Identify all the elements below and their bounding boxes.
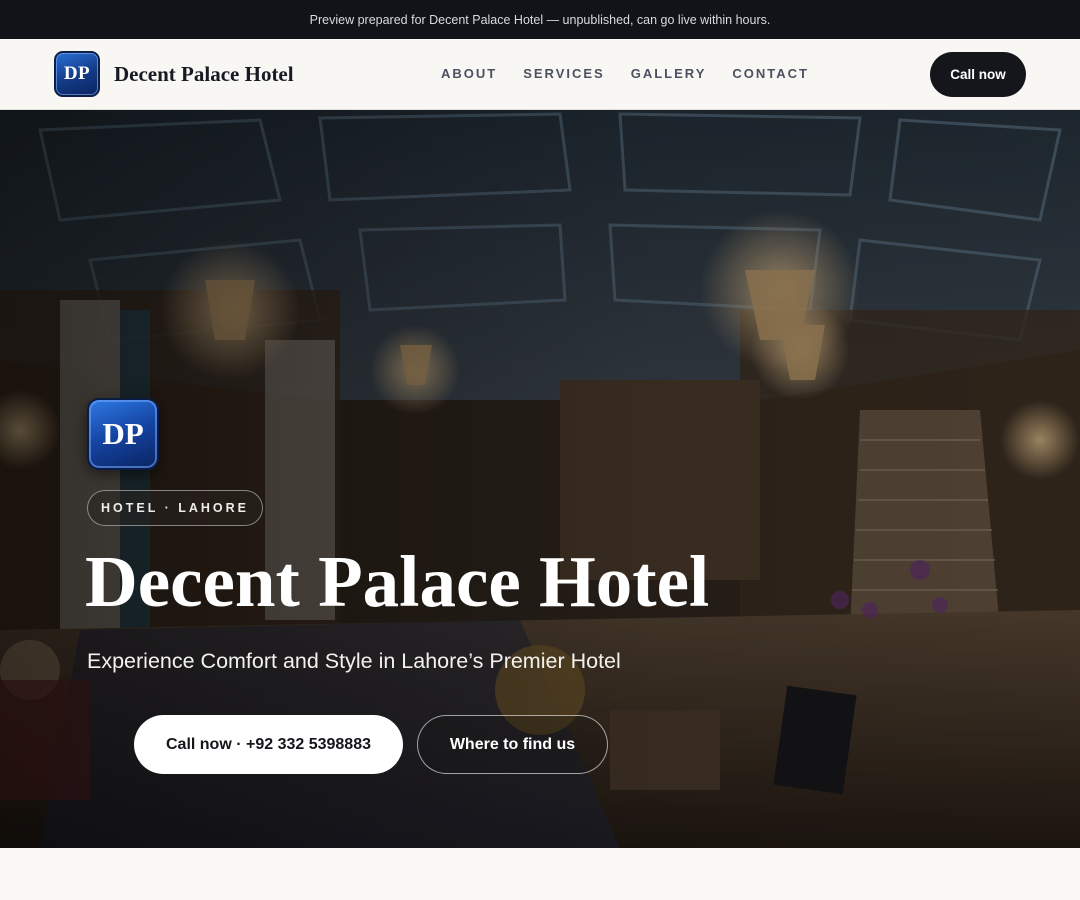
main-nav: ABOUT SERVICES GALLERY CONTACT xyxy=(441,66,809,81)
call-now-button[interactable]: Call now xyxy=(930,52,1026,97)
brand-name: Decent Palace Hotel xyxy=(114,61,294,86)
nav-link-services[interactable]: SERVICES xyxy=(523,66,605,81)
brand[interactable]: DP Decent Palace Hotel xyxy=(54,51,294,97)
hero-location-tag: HOTEL · LAHORE xyxy=(87,490,263,526)
preview-banner-text: Preview prepared for Decent Palace Hotel… xyxy=(309,12,771,27)
hero-logo-initials: DP xyxy=(102,416,144,451)
hero-call-button[interactable]: Call now · +92 332 5398883 xyxy=(134,715,403,774)
hero-subtitle: Experience Comfort and Style in Lahore’s… xyxy=(87,649,621,673)
hero-title: Decent Palace Hotel xyxy=(85,541,710,622)
brand-logo: DP xyxy=(54,51,100,97)
brand-logo-initials: DP xyxy=(63,63,91,84)
hero-section: DP HOTEL · LAHORE Decent Palace Hotel Ex… xyxy=(0,110,1080,848)
nav-link-about[interactable]: ABOUT xyxy=(441,66,497,81)
nav-link-contact[interactable]: CONTACT xyxy=(732,66,809,81)
site-header: DP Decent Palace Hotel ABOUT SERVICES GA… xyxy=(0,39,1080,110)
preview-banner: Preview prepared for Decent Palace Hotel… xyxy=(0,0,1080,39)
nav-link-gallery[interactable]: GALLERY xyxy=(631,66,707,81)
hero-logo: DP xyxy=(87,398,159,470)
hero-directions-button[interactable]: Where to find us xyxy=(417,715,608,774)
